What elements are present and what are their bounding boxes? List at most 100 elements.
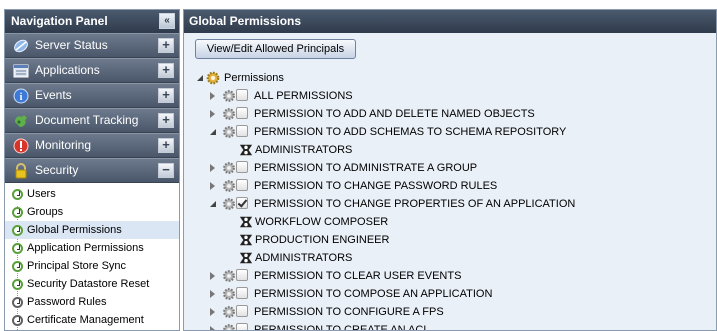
permission-checkbox[interactable] <box>236 287 248 299</box>
permission-gear-icon <box>223 306 235 318</box>
expand-applications-button[interactable]: + <box>158 63 174 78</box>
permission-row[interactable]: PERMISSION TO ADD SCHEMAS TO SCHEMA REPO… <box>210 123 590 141</box>
permission-row[interactable]: PERMISSION TO CHANGE PROPERTIES OF AN AP… <box>210 195 590 213</box>
principal-row[interactable]: ADMINISTRATORS <box>239 141 539 159</box>
security-item-global-permissions[interactable]: Global Permissions <box>5 221 179 239</box>
permission-row[interactable]: PERMISSION TO COMPOSE AN APPLICATION <box>210 285 590 303</box>
permission-checkbox[interactable] <box>236 269 248 281</box>
expand-document-tracking-button[interactable]: + <box>158 113 174 128</box>
permission-checkbox[interactable] <box>236 179 248 191</box>
view-edit-allowed-principals-button[interactable]: View/Edit Allowed Principals <box>195 39 356 59</box>
principal-label: PRODUCTION ENGINEER <box>255 234 390 246</box>
permission-checkbox[interactable] <box>236 107 248 119</box>
svg-text:i: i <box>20 92 23 103</box>
permission-checkbox[interactable] <box>236 305 248 317</box>
applications-icon <box>13 64 29 78</box>
status-idle-icon <box>12 315 23 326</box>
global-permissions-panel: Global Permissions View/Edit Allowed Pri… <box>183 9 717 331</box>
expand-arrow-icon[interactable] <box>210 272 215 280</box>
expand-arrow-icon[interactable] <box>210 164 215 172</box>
panel-body: View/Edit Allowed Principals Permissions… <box>184 33 716 330</box>
principal-group-icon <box>239 144 253 156</box>
principal-row[interactable]: PRODUCTION ENGINEER <box>239 231 539 249</box>
expand-arrow-icon[interactable] <box>210 182 215 190</box>
security-item-password-rules[interactable]: Password Rules <box>5 293 179 311</box>
nav-section-applications[interactable]: Applications + <box>5 58 179 83</box>
nav-section-label: Monitoring <box>35 138 92 152</box>
permission-gear-icon <box>223 180 235 192</box>
expand-arrow-icon[interactable] <box>210 110 215 118</box>
permission-row[interactable]: PERMISSION TO CHANGE PASSWORD RULES <box>210 177 590 195</box>
status-ok-icon <box>12 189 23 200</box>
principal-row[interactable]: WORKFLOW COMPOSER <box>239 213 539 231</box>
nav-section-label: Events <box>35 88 72 102</box>
nav-section-events[interactable]: i Events + <box>5 83 179 108</box>
navigation-panel: Navigation Panel « Server Status + Appli… <box>4 9 180 331</box>
security-submenu: Users Groups Global Permissions Applicat… <box>5 183 179 329</box>
principal-group-icon <box>239 216 253 228</box>
security-item-groups[interactable]: Groups <box>5 203 179 221</box>
permission-gear-icon <box>223 270 235 282</box>
principal-label: ADMINISTRATORS <box>255 252 353 264</box>
permission-checkbox[interactable] <box>236 125 248 137</box>
nav-section-label: Applications <box>35 63 100 77</box>
nav-section-server-status[interactable]: Server Status + <box>5 33 179 58</box>
permission-label: PERMISSION TO CREATE AN ACL <box>254 324 430 331</box>
security-item-principal-store-sync[interactable]: Principal Store Sync <box>5 257 179 275</box>
expand-arrow-icon[interactable] <box>210 290 215 298</box>
security-item-certificate-management[interactable]: Certificate Management <box>5 311 179 329</box>
expand-arrow-icon[interactable] <box>210 308 215 316</box>
permission-gear-icon <box>223 90 235 102</box>
nav-section-label: Security <box>35 163 79 177</box>
permission-row[interactable]: PERMISSION TO ADMINISTRATE A GROUP <box>210 159 590 177</box>
nav-section-label: Document Tracking <box>35 113 139 127</box>
page-title: Global Permissions <box>189 14 302 28</box>
security-item-security-datastore-reset[interactable]: Security Datastore Reset <box>5 275 179 293</box>
document-tracking-icon <box>15 115 27 127</box>
expand-events-button[interactable]: + <box>158 88 174 103</box>
lock-icon <box>15 163 27 179</box>
permission-row[interactable]: PERMISSION TO CONFIGURE A FPS <box>210 303 590 321</box>
permission-gear-icon <box>223 198 235 210</box>
permission-gear-icon <box>223 324 235 330</box>
nav-section-security[interactable]: Security − <box>5 158 179 183</box>
principal-group-icon <box>239 234 253 246</box>
expand-server-status-button[interactable]: + <box>158 38 174 53</box>
nav-section-monitoring[interactable]: Monitoring + <box>5 133 179 158</box>
tree-root[interactable]: Permissions <box>197 69 397 87</box>
panel-header: Global Permissions <box>184 10 716 33</box>
status-ok-icon <box>12 279 23 290</box>
server-status-icon <box>14 39 28 53</box>
permission-row[interactable]: PERMISSION TO CLEAR USER EVENTS <box>210 267 590 285</box>
expand-arrow-icon[interactable] <box>197 75 203 81</box>
security-item-users[interactable]: Users <box>5 185 179 203</box>
principal-row[interactable]: ADMINISTRATORS <box>239 249 539 267</box>
status-ok-icon <box>12 243 23 254</box>
permission-row[interactable]: PERMISSION TO ADD AND DELETE NAMED OBJEC… <box>210 105 590 123</box>
permission-row[interactable]: ALL PERMISSIONS <box>210 87 590 105</box>
collapse-security-button[interactable]: − <box>158 163 174 178</box>
permission-label: PERMISSION TO CHANGE PASSWORD RULES <box>254 180 498 192</box>
navigation-panel-title: Navigation Panel <box>11 14 108 28</box>
status-idle-icon <box>12 297 23 308</box>
permission-checkbox[interactable] <box>236 323 248 330</box>
expand-monitoring-button[interactable]: + <box>158 138 174 153</box>
expand-arrow-icon[interactable] <box>210 92 215 100</box>
permission-checkbox[interactable] <box>236 197 248 209</box>
collapse-arrow-icon[interactable] <box>210 129 216 135</box>
collapse-arrow-icon[interactable] <box>210 201 216 207</box>
tree-root-label: Permissions <box>224 72 284 84</box>
permission-label: PERMISSION TO CHANGE PROPERTIES OF AN AP… <box>254 198 576 210</box>
principal-group-icon <box>239 252 253 264</box>
navigation-panel-header: Navigation Panel « <box>5 10 179 33</box>
collapse-panel-button[interactable]: « <box>159 13 175 29</box>
permission-checkbox[interactable] <box>236 89 248 101</box>
permission-label: PERMISSION TO ADMINISTRATE A GROUP <box>254 162 478 174</box>
expand-arrow-icon[interactable] <box>210 326 215 330</box>
security-item-application-permissions[interactable]: Application Permissions <box>5 239 179 257</box>
permission-row[interactable]: PERMISSION TO CREATE AN ACL <box>210 321 590 331</box>
permission-checkbox[interactable] <box>236 161 248 173</box>
principal-label: ADMINISTRATORS <box>255 144 353 156</box>
nav-section-document-tracking[interactable]: Document Tracking + <box>5 108 179 133</box>
permission-gear-icon <box>223 108 235 120</box>
